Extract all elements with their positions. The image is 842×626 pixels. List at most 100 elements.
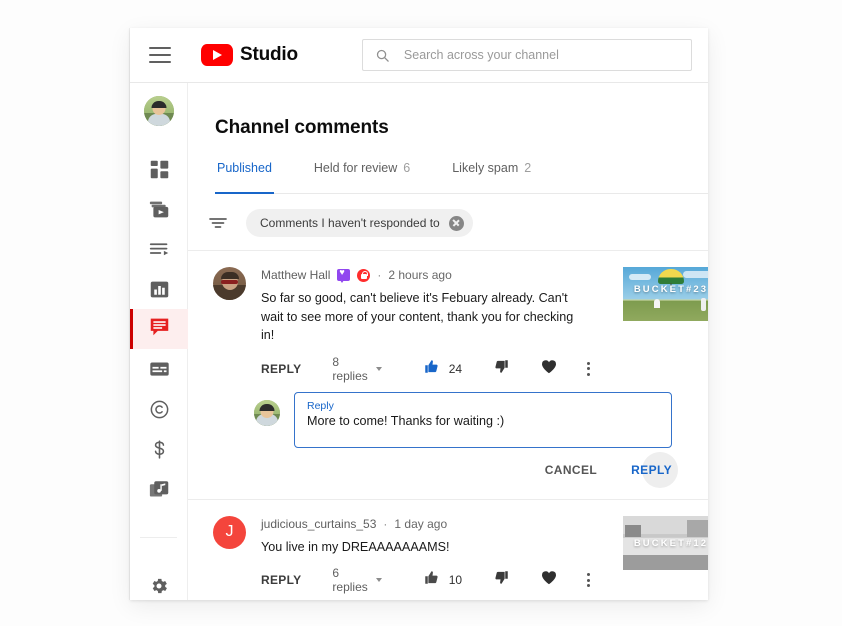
- filter-row: Comments I haven't responded to: [209, 208, 708, 238]
- video-thumbnail: BUCKET#23: [623, 267, 708, 321]
- reply-field-label: Reply: [307, 399, 334, 412]
- heart-button[interactable]: [541, 570, 557, 590]
- video-thumbnail: BUCKET#12: [623, 515, 708, 570]
- filter-chip[interactable]: Comments I haven't responded to: [246, 209, 473, 237]
- search-bar[interactable]: [361, 39, 692, 71]
- comment-timestamp: 1 day ago: [394, 516, 448, 531]
- main-content: Channel comments Published Held for revi…: [188, 83, 708, 600]
- audio-library-icon: [149, 479, 170, 500]
- page-title: Channel comments: [215, 117, 389, 138]
- studio-window: Studio Search across your channel Channe…: [130, 28, 708, 600]
- analytics-icon: [149, 279, 170, 300]
- comment-body: Matthew Hall · 2 hours ago So far so goo…: [261, 266, 591, 383]
- copyright-icon: [149, 399, 170, 420]
- tab-published[interactable]: Published: [215, 161, 274, 194]
- close-icon[interactable]: [448, 215, 464, 231]
- cancel-button[interactable]: CANCEL: [545, 463, 597, 477]
- settings-icon: [149, 576, 169, 596]
- like-button[interactable]: 24: [424, 359, 462, 379]
- sidebar-item-comments[interactable]: [130, 309, 188, 349]
- sidebar-item-subtitles[interactable]: [130, 349, 188, 389]
- heart-icon: [541, 359, 557, 378]
- heart-icon: [541, 571, 557, 589]
- comment-video-info[interactable]: BUCKET#12 Bu Liv m: [623, 515, 708, 570]
- replies-count-label: 6 replies: [332, 566, 368, 594]
- sidebar-item-dashboard[interactable]: [130, 149, 188, 189]
- comment-text: So far so good, can't believe it's Febua…: [261, 291, 574, 342]
- thumbnail-title: BUCKET#12: [633, 538, 708, 550]
- sidebar-item-videos[interactable]: [130, 189, 188, 229]
- comment-text: You live in my DREAAAAAAAMS!: [261, 539, 450, 554]
- comment-timestamp: 2 hours ago: [388, 268, 452, 282]
- thumbs-up-icon: [424, 359, 439, 379]
- reply-editor: Reply More to come! Thanks for waiting :…: [254, 391, 708, 448]
- tab-label: Held for review: [313, 161, 398, 175]
- more-options-icon[interactable]: [587, 360, 591, 378]
- sidebar-item-playlists[interactable]: [130, 229, 188, 269]
- playlists-icon: [149, 239, 170, 260]
- avatar: [144, 96, 174, 126]
- sidebar-item-monetization[interactable]: [130, 429, 188, 469]
- comment-author[interactable]: judicious_curtains_53: [261, 517, 376, 531]
- thumbs-up-icon: [424, 570, 439, 590]
- videos-icon: [149, 199, 170, 220]
- sidebar-avatar[interactable]: [130, 91, 188, 131]
- tab-count: 2: [524, 161, 532, 175]
- youtube-logo-icon: [201, 44, 233, 66]
- sidebar-item-audio-library[interactable]: [130, 469, 188, 509]
- studio-brand[interactable]: Studio: [201, 44, 298, 66]
- separator-dot: ·: [383, 516, 388, 531]
- chevron-down-icon: [375, 366, 382, 371]
- reply-input[interactable]: Reply More to come! Thanks for waiting :…: [294, 391, 672, 448]
- like-button[interactable]: 10: [424, 570, 462, 590]
- view-replies-button[interactable]: 6 replies: [332, 566, 382, 594]
- sidebar: [130, 83, 188, 600]
- like-count: 24: [448, 361, 463, 376]
- comment-body: judicious_curtains_53 · 1 day ago You li…: [261, 516, 591, 594]
- sidebar-item-copyright[interactable]: [130, 389, 188, 429]
- filter-icon[interactable]: [209, 216, 227, 230]
- submit-reply-button[interactable]: REPLY: [631, 463, 672, 477]
- brand-name: Studio: [240, 44, 298, 65]
- creator-heart-badge-icon: [337, 266, 351, 283]
- reply-editor-actions: CANCEL REPLY: [294, 451, 678, 488]
- dislike-button[interactable]: [494, 570, 509, 590]
- subtitles-icon: [149, 359, 170, 380]
- thumbnail-title: BUCKET#23: [633, 283, 708, 295]
- dislike-button[interactable]: [494, 359, 509, 379]
- tab-label: Published: [217, 161, 272, 175]
- more-options-icon[interactable]: [587, 571, 591, 589]
- search-input[interactable]: [403, 48, 664, 62]
- dashboard-icon: [149, 159, 170, 180]
- sidebar-item-analytics[interactable]: [130, 269, 188, 309]
- separator-dot: ·: [377, 268, 382, 282]
- top-bar: Studio: [130, 28, 708, 83]
- avatar: [254, 399, 280, 426]
- comment-author[interactable]: Matthew Hall: [261, 268, 330, 282]
- tab-bar: Published Held for review 6 Likely spam 2: [215, 161, 708, 194]
- comment-row: Matthew Hall · 2 hours ago So far so goo…: [188, 251, 708, 383]
- sidebar-item-settings[interactable]: [130, 566, 188, 600]
- avatar-initial: J: [225, 523, 234, 540]
- chevron-down-icon: [375, 578, 382, 582]
- view-replies-button[interactable]: 8 replies: [332, 354, 382, 383]
- comment-actions: REPLY 8 replies 24: [261, 354, 591, 383]
- comments-icon: [149, 316, 170, 342]
- tab-held-for-review[interactable]: Held for review 6: [312, 161, 412, 193]
- hamburger-icon[interactable]: [149, 47, 171, 63]
- search-icon: [375, 48, 390, 63]
- comment-actions: REPLY 6 replies 10: [261, 566, 591, 594]
- tab-label: Likely spam: [452, 161, 519, 175]
- reply-button[interactable]: REPLY: [261, 573, 301, 587]
- reply-button[interactable]: REPLY: [261, 362, 301, 376]
- avatar[interactable]: [213, 267, 246, 300]
- comment-video-info[interactable]: BUCKET#23 Bu Fr: [623, 267, 708, 321]
- like-count: 10: [448, 573, 463, 587]
- thumbs-down-icon: [494, 359, 509, 378]
- comment-header: judicious_curtains_53 · 1 day ago: [261, 516, 579, 532]
- heart-button[interactable]: [541, 359, 557, 379]
- avatar[interactable]: J: [213, 515, 246, 549]
- tab-likely-spam[interactable]: Likely spam 2: [450, 161, 533, 193]
- reply-field-value: More to come! Thanks for waiting :): [307, 413, 505, 428]
- replies-count-label: 8 replies: [332, 354, 368, 383]
